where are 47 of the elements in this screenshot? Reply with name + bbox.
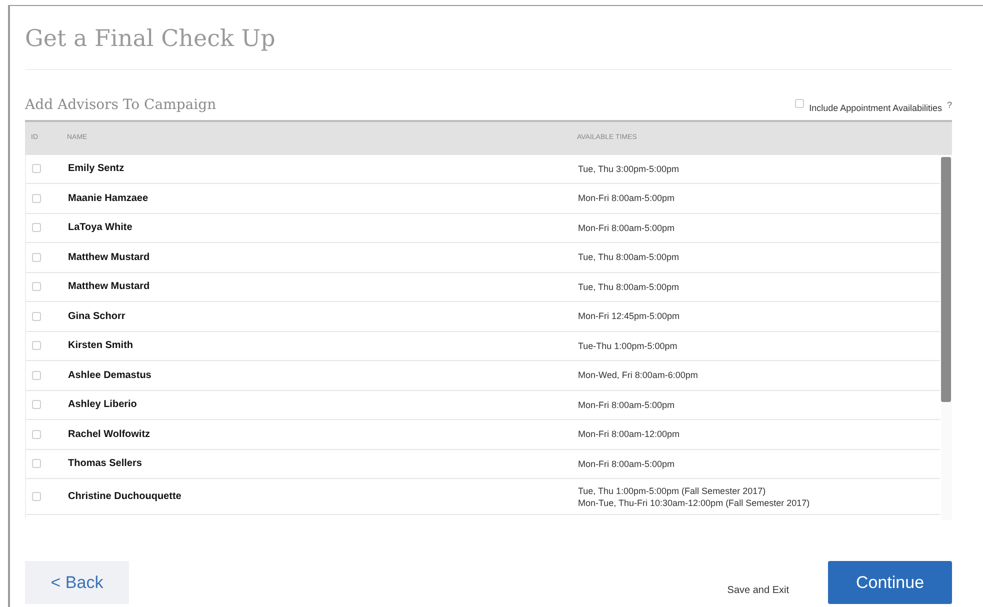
- advisor-name: LaToya White: [68, 221, 134, 236]
- row-checkbox[interactable]: [32, 341, 41, 350]
- row-checkbox[interactable]: [32, 194, 41, 203]
- include-label: Include Appointment Availabilities: [809, 102, 942, 115]
- available-times: Mon-Fri 8:00am-12:00pm: [578, 428, 680, 440]
- section-title: Add Advisors To Campaign: [25, 96, 216, 114]
- row-checkbox[interactable]: [32, 370, 41, 380]
- help-mark[interactable]: ?: [946, 99, 952, 112]
- row-checkbox[interactable]: [32, 252, 41, 262]
- advisor-name: Ashley Liberio: [68, 398, 138, 412]
- available-times: Mon-Fri 8:00am-5:00pm: [578, 192, 675, 204]
- available-times: Tue, Thu 8:00am-5:00pm: [578, 251, 680, 264]
- row-checkbox[interactable]: [32, 492, 41, 501]
- available-times: Mon-Fri 8:00am-5:00pm: [578, 222, 675, 234]
- row-checkbox[interactable]: [32, 312, 41, 321]
- row-checkbox[interactable]: [32, 400, 41, 410]
- available-times: Tue, Thu 3:00pm-5:00pm: [578, 162, 680, 175]
- available-times: Mon-Tue, Thu-Fri 10:30am-12:00pm (Fall Semester 2017): [578, 496, 810, 508]
- advisor-name: Kirsten Smith: [68, 339, 134, 354]
- available-times: Tue, Thu 1:00pm-5:00pm (Fall Semester 2017): [578, 484, 767, 496]
- scrollbar[interactable]: [941, 156, 952, 520]
- advisor-name: Ashlee Demastus: [68, 368, 152, 383]
- row-checkbox[interactable]: [32, 282, 41, 292]
- continue-button[interactable]: Continue: [828, 561, 952, 604]
- back-button[interactable]: < Back: [25, 561, 129, 604]
- advisor-name: Matthew Mustard: [68, 280, 151, 294]
- advisor-name: Rachel Wolfowitz: [68, 428, 152, 442]
- advisor-name: Thomas Sellers: [68, 457, 143, 472]
- available-times: Tue-Thu 1:00pm-5:00pm: [578, 340, 678, 352]
- advisor-name: Emily Sentz: [68, 162, 126, 176]
- page-title: Get a Final Check Up: [25, 25, 276, 54]
- available-times: Tue, Thu 8:00am-5:00pm: [578, 280, 680, 293]
- row-checkbox[interactable]: [32, 164, 41, 174]
- row-checkbox[interactable]: [32, 223, 41, 232]
- advisor-name: Christine Duchouquette: [68, 490, 182, 504]
- include-checkbox[interactable]: [795, 99, 804, 108]
- available-times: Mon-Fri 12:45pm-5:00pm: [578, 310, 680, 322]
- available-times: Mon-Fri 8:00am-5:00pm: [578, 458, 675, 470]
- save-exit-link[interactable]: Save and Exit: [727, 583, 789, 598]
- scroll-thumb[interactable]: [941, 156, 951, 402]
- available-times: Mon-Wed, Fri 8:00am-6:00pm: [578, 369, 698, 382]
- advisor-name: Matthew Mustard: [68, 250, 151, 265]
- advisor-name: Maanie Hamzaee: [68, 192, 150, 206]
- row-checkbox[interactable]: [32, 430, 41, 439]
- row-checkbox[interactable]: [32, 459, 41, 468]
- advisor-name: Gina Schorr: [68, 310, 126, 324]
- available-times: Mon-Fri 8:00am-5:00pm: [578, 398, 675, 411]
